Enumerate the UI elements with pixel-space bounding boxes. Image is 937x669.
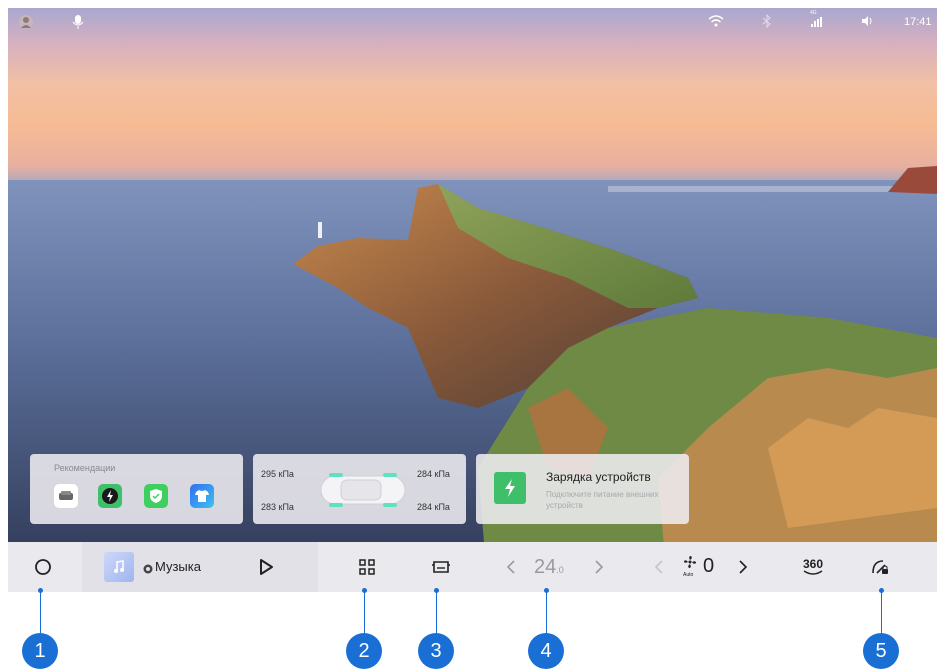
car-view-button[interactable]: [428, 542, 454, 592]
shield-icon[interactable]: [144, 484, 168, 508]
callout-1: 1: [22, 633, 58, 669]
charging-icon: [494, 472, 526, 504]
temperature-value: 24: [534, 556, 557, 578]
microphone-icon[interactable]: [72, 14, 84, 33]
chevron-left-icon: [654, 560, 663, 574]
clock: 17:41: [904, 16, 932, 28]
callout-5: 5: [863, 633, 899, 669]
tshirt-icon[interactable]: [190, 484, 214, 508]
fan-increase-button[interactable]: [738, 559, 748, 580]
tire-front-right: 284 кПа: [417, 469, 450, 479]
bluetooth-icon: [762, 13, 772, 31]
infotainment-screen: 4G 17:41 Рекомендации 295 кПа 284 кПа 28…: [8, 8, 937, 592]
car-topview-icon: [320, 473, 406, 507]
circle-home-icon: [35, 559, 51, 575]
camera-360-label: 360: [802, 557, 824, 571]
car-front-icon: [432, 561, 450, 573]
temperature-display: 24.0: [534, 556, 564, 579]
camera-360-button[interactable]: 360: [798, 542, 828, 592]
fan-mode: Auto: [683, 572, 694, 578]
temp-increase-button[interactable]: [594, 559, 604, 580]
play-icon: [260, 559, 273, 575]
music-note-icon: [114, 560, 124, 573]
callout-3: 3: [418, 633, 454, 669]
device-charging-card[interactable]: Зарядка устройств Подключите питание вне…: [476, 454, 689, 524]
chevron-right-icon: [739, 560, 748, 574]
rotate-arrow-icon: [803, 570, 823, 575]
music-widget[interactable]: Музыка: [82, 542, 318, 592]
callout-line-1: [40, 590, 41, 634]
apps-button[interactable]: [354, 542, 380, 592]
status-bar: 4G 17:41: [8, 8, 937, 36]
wifi-icon: [708, 14, 724, 31]
callout-line-2: [364, 590, 365, 634]
callout-line-5: [881, 590, 882, 634]
recommendations-title: Рекомендации: [54, 463, 116, 473]
car-icon[interactable]: [54, 484, 78, 508]
music-label: Музыка: [155, 559, 201, 574]
tire-rear-left: 283 кПа: [261, 502, 294, 512]
lightning-icon[interactable]: [98, 484, 122, 508]
chevron-left-icon: [506, 560, 515, 574]
chevron-right-icon: [595, 560, 604, 574]
charging-subtitle: Подключите питание внешних устройств: [546, 490, 659, 510]
signal-label: 4G: [810, 10, 817, 16]
avatar-icon[interactable]: [18, 14, 34, 33]
grid-icon: [359, 559, 375, 575]
temperature-decimal: .0: [556, 565, 564, 575]
callout-4: 4: [528, 633, 564, 669]
play-button[interactable]: [258, 558, 274, 581]
driving-mode-button[interactable]: [868, 542, 892, 592]
recommendations-card[interactable]: Рекомендации: [30, 454, 243, 524]
tire-rear-right: 284 кПа: [417, 502, 450, 512]
callout-line-3: [436, 590, 437, 634]
charging-title: Зарядка устройств: [546, 470, 651, 484]
volume-icon[interactable]: [860, 14, 874, 31]
bottom-dock: Музыка 24.0 Auto 0 360: [8, 542, 937, 592]
cellular-signal-icon: 4G: [810, 10, 824, 31]
steering-lock-icon: [872, 560, 888, 574]
temp-decrease-button[interactable]: [506, 559, 516, 580]
callout-2: 2: [346, 633, 382, 669]
fan-decrease-button[interactable]: [654, 559, 664, 580]
album-art: [104, 552, 134, 582]
fan-level: 0: [703, 555, 715, 577]
home-button[interactable]: [28, 542, 58, 592]
tire-front-left: 295 кПа: [261, 469, 294, 479]
netease-icon: [143, 561, 153, 579]
tire-pressure-card[interactable]: 295 кПа 284 кПа 283 кПа 284 кПа: [253, 454, 466, 524]
callout-line-4: [546, 590, 547, 634]
